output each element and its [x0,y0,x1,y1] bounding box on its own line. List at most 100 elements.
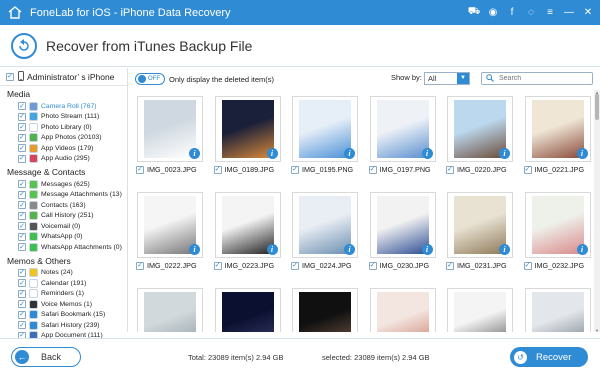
item-checkbox[interactable]: ✓ [18,289,26,298]
item-checkbox[interactable]: ✓ [18,144,26,153]
sidebar-item[interactable]: ✓ App Photos (20103) [0,133,127,144]
info-icon[interactable]: i [189,244,200,255]
info-icon[interactable]: i [266,244,278,255]
photo-item[interactable]: i ✓ IMG_0195.PNG [284,96,362,174]
info-icon[interactable]: i [266,148,278,159]
photo-checkbox[interactable]: ✓ [291,261,299,270]
info-icon[interactable]: i [499,244,510,255]
photo-checkbox[interactable]: ✓ [213,261,222,270]
info-icon[interactable]: i [576,244,588,255]
sidebar-item[interactable]: ✓ Notes (24) [0,268,127,279]
photo-checkbox[interactable]: ✓ [523,261,532,270]
sidebar-item[interactable]: ✓ App Videos (179) [0,143,127,154]
photo-thumbnail[interactable]: i [214,192,281,258]
photo-thumbnail[interactable]: i [137,96,203,162]
item-checkbox[interactable]: ✓ [18,190,26,199]
item-checkbox[interactable]: ✓ [18,102,26,111]
photo-item[interactable]: i ✓ IMG_0231.JPG [439,192,517,270]
photo-thumbnail[interactable]: i [292,192,358,258]
photo-item[interactable]: i ✓ IMG_0223.JPG [207,192,285,270]
deleted-only-toggle[interactable]: OFF [135,73,165,85]
item-checkbox[interactable]: ✓ [18,232,26,241]
photo-thumbnail[interactable]: i [369,192,436,258]
photo-checkbox[interactable]: ✓ [446,165,454,174]
photo-checkbox[interactable]: ✓ [368,261,377,270]
item-checkbox[interactable]: ✓ [18,133,26,142]
info-icon[interactable]: i [344,148,355,159]
scrollbar-thumb[interactable] [595,94,599,120]
item-checkbox[interactable]: ✓ [18,112,26,121]
photo-item[interactable]: i [207,288,285,332]
photo-item[interactable]: i ✓ IMG_0197.PNG [362,96,440,174]
photo-item[interactable]: i ✓ IMG_0220.JPG [439,96,517,174]
photo-checkbox[interactable]: ✓ [446,261,454,270]
device-checkbox[interactable]: ✓ [6,72,14,81]
recover-button[interactable]: ↺ Recover [510,347,588,367]
photo-item[interactable]: i [362,288,440,332]
item-checkbox[interactable]: ✓ [18,310,26,319]
device-row[interactable]: ✓ Administrator’ s iPhone [0,68,127,86]
sidebar-item[interactable]: ✓ Call History (251) [0,211,127,222]
photo-thumbnail[interactable]: i [524,192,591,258]
photo-thumbnail[interactable]: i [137,192,203,258]
photo-thumbnail[interactable]: i [524,288,591,332]
photo-thumbnail[interactable]: i [369,288,436,332]
item-checkbox[interactable]: ✓ [18,154,26,163]
info-icon[interactable]: i [421,244,433,255]
info-icon[interactable]: i [189,148,200,159]
sidebar-item[interactable]: ✓ Photo Library (0) [0,122,127,133]
close-icon[interactable]: ✕ [582,7,594,19]
photo-item[interactable]: i ✓ IMG_0221.JPG [517,96,595,174]
item-checkbox[interactable]: ✓ [18,300,26,309]
item-checkbox[interactable]: ✓ [18,268,26,277]
item-checkbox[interactable]: ✓ [18,222,26,231]
photo-thumbnail[interactable]: i [214,288,281,332]
info-icon[interactable]: i [421,148,433,159]
cart-icon[interactable]: ⛟ [468,6,481,19]
scroll-down-icon[interactable]: ▼ [594,328,600,333]
sidebar-item[interactable]: ✓ Contacts (163) [0,200,127,211]
sidebar-item[interactable]: ✓ Camera Roll (767) [0,101,127,112]
show-by-select[interactable]: All ▼ [424,72,470,85]
photo-thumbnail[interactable]: i [292,96,358,162]
photo-thumbnail[interactable]: i [292,288,358,332]
menu-icon[interactable]: ≡ [544,7,556,19]
sidebar-item[interactable]: ✓ App Audio (295) [0,154,127,165]
sidebar-item[interactable]: ✓ Calendar (191) [0,278,127,289]
item-checkbox[interactable]: ✓ [18,279,26,288]
photo-item[interactable]: i [517,288,595,332]
sidebar-item[interactable]: ✓ WhatsApp (0) [0,232,127,243]
vertical-scrollbar[interactable]: ▲ ▼ [594,90,600,333]
photo-thumbnail[interactable]: i [447,288,513,332]
wifi-icon[interactable]: ◉ [487,7,499,19]
photo-item[interactable]: i [129,288,207,332]
facebook-icon[interactable]: f [506,7,518,19]
photo-thumbnail[interactable]: i [447,96,513,162]
photo-item[interactable]: i [439,288,517,332]
item-checkbox[interactable]: ✓ [18,201,26,210]
sidebar-item[interactable]: ✓ Voicemail (0) [0,221,127,232]
photo-item[interactable]: i ✓ IMG_0224.JPG [284,192,362,270]
photo-item[interactable]: i [284,288,362,332]
chat-icon[interactable]: ◌ [525,7,537,19]
info-icon[interactable]: i [576,148,588,159]
photo-item[interactable]: i ✓ IMG_0023.JPG [129,96,207,174]
photo-item[interactable]: i ✓ IMG_0222.JPG [129,192,207,270]
sidebar-item[interactable]: ✓ Voice Memos (1) [0,299,127,310]
photo-thumbnail[interactable]: i [137,288,203,332]
item-checkbox[interactable]: ✓ [18,321,26,330]
item-checkbox[interactable]: ✓ [18,211,26,220]
back-button[interactable]: ← Back [11,347,81,367]
photo-checkbox[interactable]: ✓ [523,165,532,174]
info-icon[interactable]: i [499,148,510,159]
photo-thumbnail[interactable]: i [214,96,281,162]
sidebar-item[interactable]: ✓ Messages (625) [0,179,127,190]
photo-item[interactable]: i ✓ IMG_0232.JPG [517,192,595,270]
item-checkbox[interactable]: ✓ [18,180,26,189]
search-input[interactable] [499,75,589,82]
item-checkbox[interactable]: ✓ [18,243,26,252]
photo-checkbox[interactable]: ✓ [136,165,144,174]
item-checkbox[interactable]: ✓ [18,123,26,132]
photo-checkbox[interactable]: ✓ [213,165,222,174]
photo-thumbnail[interactable]: i [524,96,591,162]
